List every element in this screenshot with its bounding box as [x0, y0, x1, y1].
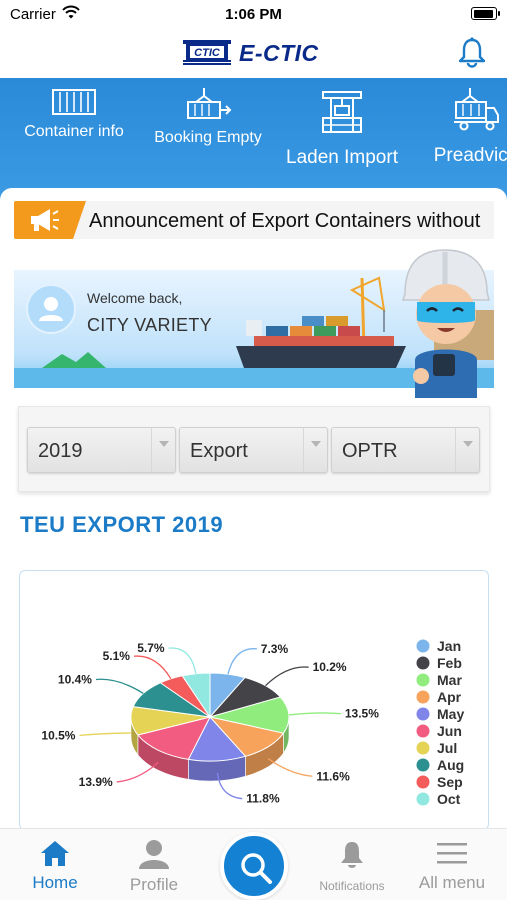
quick-action-label: Laden Import	[286, 147, 398, 168]
pie-data-label-jan: 7.3%	[261, 642, 289, 656]
truck-crane-icon	[454, 88, 499, 131]
legend-label-mar[interactable]: Mar	[437, 672, 462, 688]
tab-label: Notifications	[319, 879, 385, 893]
teu-pie-chart: 7.3% 10.2% 13.5% 11.6% 11.8% 13.9% 10.5% 10.4% 5…	[19, 570, 489, 830]
quick-actions-bar: Container info Booking Empty Laden Impor…	[0, 78, 507, 204]
user-icon	[39, 297, 63, 321]
pie-tops	[130, 672, 290, 762]
quick-action-label: Container info	[24, 123, 124, 140]
tab-notifications[interactable]: Notifications	[302, 829, 402, 900]
tab-label: Profile	[129, 875, 179, 894]
legend-swatch-aug	[416, 758, 430, 772]
search-icon	[241, 853, 272, 884]
pie-connector-oct	[168, 647, 197, 674]
operator-select[interactable]: OPTR	[331, 427, 480, 473]
tab-profile[interactable]: Profile	[104, 829, 204, 900]
legend-swatch-jul	[416, 741, 430, 755]
tab-label: Home	[32, 873, 78, 892]
pie-connector-sep	[133, 655, 172, 680]
type-select-value: Export	[190, 440, 248, 462]
welcome-greeting: Welcome back,	[87, 290, 183, 306]
legend-label-feb[interactable]: Feb	[437, 655, 462, 671]
legend-swatch-sep	[416, 775, 430, 789]
hamburger-menu-icon	[437, 843, 467, 864]
legend-label-jan[interactable]: Jan	[437, 638, 461, 654]
pie-data-label-mar: 13.5%	[345, 707, 379, 721]
year-select-value: 2019	[38, 440, 83, 462]
legend-label-aug[interactable]: Aug	[437, 757, 464, 773]
tab-home[interactable]: Home	[5, 829, 105, 900]
chevron-down-icon	[303, 428, 327, 472]
pie-connector-jul	[79, 732, 132, 737]
pie-data-label-aug: 10.4%	[58, 672, 92, 686]
app-header: CTIC E-CTIC	[0, 28, 507, 78]
pie-chart-svg: 7.3% 10.2% 13.5% 11.6% 11.8% 13.9% 10.5% 10.4% 5…	[41, 638, 464, 807]
app-name: E-CTIC	[239, 39, 319, 66]
pie-connector-mar	[288, 712, 341, 716]
ctic-logo-icon: CTIC	[183, 40, 231, 65]
quick-action-label: Preadvice	[433, 145, 507, 166]
bell-icon	[341, 842, 363, 868]
legend-label-may[interactable]: May	[437, 706, 464, 722]
legend-label-apr[interactable]: Apr	[437, 689, 462, 705]
legend-swatch-may	[416, 707, 430, 721]
svg-text:CTIC: CTIC	[194, 47, 221, 59]
legend-swatch-apr	[416, 690, 430, 704]
pie-data-label-jun: 13.9%	[79, 775, 113, 789]
legend-swatch-jan	[416, 639, 430, 653]
tab-all-menu[interactable]: All menu	[402, 829, 502, 900]
home-icon	[41, 841, 69, 866]
notification-bell-icon[interactable]	[457, 36, 487, 68]
pie-data-label-apr: 11.6%	[316, 769, 350, 783]
announcement-tag	[14, 201, 86, 239]
legend-label-jun[interactable]: Jun	[437, 723, 462, 739]
year-select[interactable]: 2019	[27, 427, 176, 473]
avatar[interactable]	[26, 284, 76, 334]
megaphone-icon	[31, 209, 59, 231]
quick-action-booking-empty[interactable]: Booking Empty	[148, 88, 268, 147]
announcement-banner[interactable]: Announcement of Export Containers withou…	[14, 201, 494, 239]
legend-swatch-oct	[416, 792, 430, 806]
pie-connector-jan	[227, 648, 257, 675]
battery-icon	[471, 7, 500, 20]
container-icon	[52, 89, 96, 115]
announcement-text: Announcement of Export Containers withou…	[89, 210, 481, 232]
app-logo: CTIC E-CTIC	[183, 38, 319, 68]
port-crane-icon	[322, 91, 362, 133]
quick-action-laden-import[interactable]: Laden Import	[282, 88, 402, 167]
section-title: TEU EXPORT 2019	[20, 512, 224, 537]
pie-data-label-feb: 10.2%	[313, 660, 347, 674]
legend-label-jul[interactable]: Jul	[437, 740, 457, 756]
legend-swatch-mar	[416, 673, 430, 687]
quick-action-label: Booking Empty	[154, 129, 262, 146]
type-select[interactable]: Export	[179, 427, 328, 473]
filter-panel: 2019 Export OPTR	[18, 406, 490, 492]
status-bar: Carrier 1:06 PM	[0, 0, 507, 28]
legend-label-oct[interactable]: Oct	[437, 791, 461, 807]
tab-label: All menu	[418, 873, 486, 892]
chevron-down-icon	[151, 428, 175, 472]
pie-data-label-oct: 5.7%	[137, 641, 165, 655]
mascot-illustration	[401, 249, 490, 398]
chart-legend: JanFebMarAprMayJunJulAugSepOct	[416, 638, 464, 807]
pie-connector-aug	[95, 678, 144, 694]
operator-select-value: OPTR	[342, 440, 398, 462]
user-name: CITY VARIETY	[87, 315, 212, 335]
legend-label-sep[interactable]: Sep	[437, 774, 463, 790]
pie-connector-feb	[265, 666, 309, 687]
pie-data-label-sep: 5.1%	[103, 649, 131, 663]
quick-action-preadvice[interactable]: Preadvice	[416, 88, 507, 165]
pie-data-label-jul: 10.5%	[41, 728, 75, 742]
pie-data-label-may: 11.8%	[246, 792, 280, 806]
profile-icon	[139, 840, 169, 869]
clock: 1:06 PM	[225, 6, 282, 23]
chevron-down-icon	[455, 428, 479, 472]
crane-lift-icon	[187, 88, 232, 119]
legend-swatch-feb	[416, 656, 430, 670]
quick-action-container-info[interactable]: Container info	[14, 88, 134, 141]
legend-swatch-jun	[416, 724, 430, 738]
search-button[interactable]	[220, 832, 288, 900]
